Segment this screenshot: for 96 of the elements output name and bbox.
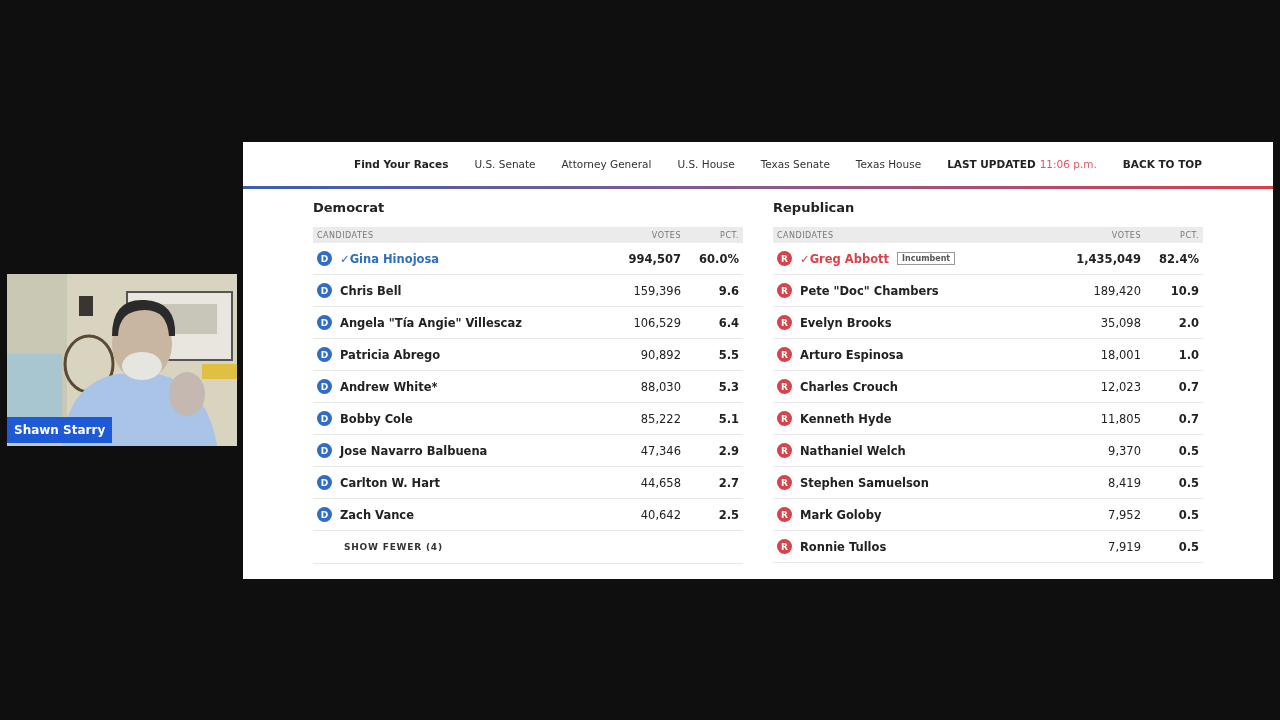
- nav-link[interactable]: Attorney General: [561, 158, 652, 170]
- party-badge: R: [777, 315, 792, 330]
- candidate-name: Carlton W. Hart: [340, 475, 441, 490]
- party-badge: D: [317, 379, 332, 394]
- party-badge: D: [317, 283, 332, 298]
- vote-count: 106,529: [632, 315, 681, 330]
- candidate-name: Nathaniel Welch: [800, 443, 906, 458]
- candidate-name: ✓Greg Abbott: [800, 251, 890, 266]
- column-header: CANDIDATES: [777, 230, 835, 240]
- vote-percent: 2.7: [717, 475, 739, 490]
- candidate-name: Kenneth Hyde: [800, 411, 892, 426]
- candidate-name: Angela "Tía Angie" Villescaz: [340, 315, 522, 330]
- party-badge: R: [777, 411, 792, 426]
- vote-percent: 1.0: [1177, 347, 1199, 362]
- vote-percent: 9.6: [717, 283, 739, 298]
- vote-percent: 0.5: [1177, 507, 1199, 522]
- party-badge: D: [317, 251, 332, 266]
- party-badge: R: [777, 507, 792, 522]
- party-badge: D: [317, 347, 332, 362]
- candidate-name: Stephen Samuelson: [800, 475, 929, 490]
- vote-count: 11,805: [1099, 411, 1141, 426]
- candidate-name: Zach Vance: [340, 507, 414, 522]
- nav-link[interactable]: U.S. Senate: [474, 158, 536, 170]
- vote-count: 159,396: [632, 283, 681, 298]
- vote-percent: 2.9: [717, 443, 739, 458]
- show-fewer-link[interactable]: SHOW FEWER (4): [344, 542, 443, 552]
- vote-percent: 5.1: [717, 411, 739, 426]
- vote-count: 88,030: [639, 379, 681, 394]
- party-badge: R: [777, 379, 792, 394]
- party-badge: D: [317, 475, 332, 490]
- vote-count: 1,435,049: [1075, 251, 1141, 266]
- party-badge: R: [777, 539, 792, 554]
- column-header: PCT.: [719, 230, 739, 240]
- party-badge: D: [317, 443, 332, 458]
- vote-percent: 0.7: [1177, 411, 1199, 426]
- vote-percent: 6.4: [717, 315, 739, 330]
- last-updated-time: 11:06 p.m.: [1039, 158, 1097, 170]
- participant-name: Shawn Starry: [7, 417, 113, 443]
- vote-count: 85,222: [639, 411, 681, 426]
- candidate-name: Bobby Cole: [340, 411, 413, 426]
- vote-percent: 0.5: [1177, 443, 1199, 458]
- vote-percent: 0.5: [1177, 539, 1199, 554]
- vote-count: 7,919: [1107, 539, 1141, 554]
- candidate-name: Jose Navarro Balbuena: [340, 443, 488, 458]
- candidate-name: Patricia Abrego: [340, 347, 441, 362]
- vote-percent: 82.4%: [1158, 251, 1199, 266]
- vote-count: 7,952: [1107, 507, 1141, 522]
- nav-link[interactable]: Find Your Races: [354, 158, 449, 170]
- column-header: CANDIDATES: [317, 230, 375, 240]
- vote-count: 8,419: [1107, 475, 1141, 490]
- vote-count: 12,023: [1099, 379, 1141, 394]
- vote-count: 40,642: [639, 507, 681, 522]
- nav-link[interactable]: Texas House: [855, 158, 922, 170]
- last-updated-label: LAST UPDATED: [947, 158, 1036, 170]
- vote-count: 90,892: [639, 347, 681, 362]
- party-badge: R: [777, 475, 792, 490]
- candidate-name: Andrew White*: [340, 379, 438, 394]
- candidate-name: Mark Goloby: [800, 507, 882, 522]
- candidate-name: Ronnie Tullos: [800, 539, 887, 554]
- party-badge: R: [777, 283, 792, 298]
- candidate-name: Pete "Doc" Chambers: [800, 283, 939, 298]
- vote-percent: 10.9: [1169, 283, 1199, 298]
- party-heading: Republican: [773, 200, 856, 215]
- vote-count: 994,507: [627, 251, 681, 266]
- incumbent-tag: Incumbent: [897, 252, 956, 265]
- vote-count: 47,346: [639, 443, 681, 458]
- column-header: VOTES: [1110, 230, 1141, 240]
- vote-percent: 5.3: [717, 379, 739, 394]
- column-header: PCT.: [1179, 230, 1199, 240]
- party-heading: Democrat: [313, 200, 386, 215]
- candidate-name: Charles Crouch: [800, 379, 898, 394]
- nav-link[interactable]: U.S. House: [677, 158, 735, 170]
- nav-link[interactable]: BACK TO TOP: [1122, 158, 1202, 170]
- party-badge: R: [777, 443, 792, 458]
- candidate-name: Evelyn Brooks: [800, 315, 892, 330]
- nav-link[interactable]: Texas Senate: [760, 158, 830, 170]
- vote-percent: 0.7: [1177, 379, 1199, 394]
- vote-percent: 5.5: [717, 347, 739, 362]
- candidate-name: Arturo Espinosa: [800, 347, 904, 362]
- vote-count: 44,658: [639, 475, 681, 490]
- vote-count: 189,420: [1092, 283, 1141, 298]
- vote-count: 35,098: [1099, 315, 1141, 330]
- column-header: VOTES: [650, 230, 681, 240]
- vote-percent: 0.5: [1177, 475, 1199, 490]
- vote-percent: 2.5: [717, 507, 739, 522]
- party-badge: R: [777, 347, 792, 362]
- vote-percent: 2.0: [1177, 315, 1199, 330]
- vote-count: 18,001: [1099, 347, 1141, 362]
- party-badge: R: [777, 251, 792, 266]
- party-badge: D: [317, 411, 332, 426]
- party-badge: D: [317, 315, 332, 330]
- vote-percent: 60.0%: [698, 251, 739, 266]
- candidate-name: ✓Gina Hinojosa: [340, 251, 440, 266]
- vote-count: 9,370: [1107, 443, 1141, 458]
- party-badge: D: [317, 507, 332, 522]
- candidate-name: Chris Bell: [340, 283, 402, 298]
